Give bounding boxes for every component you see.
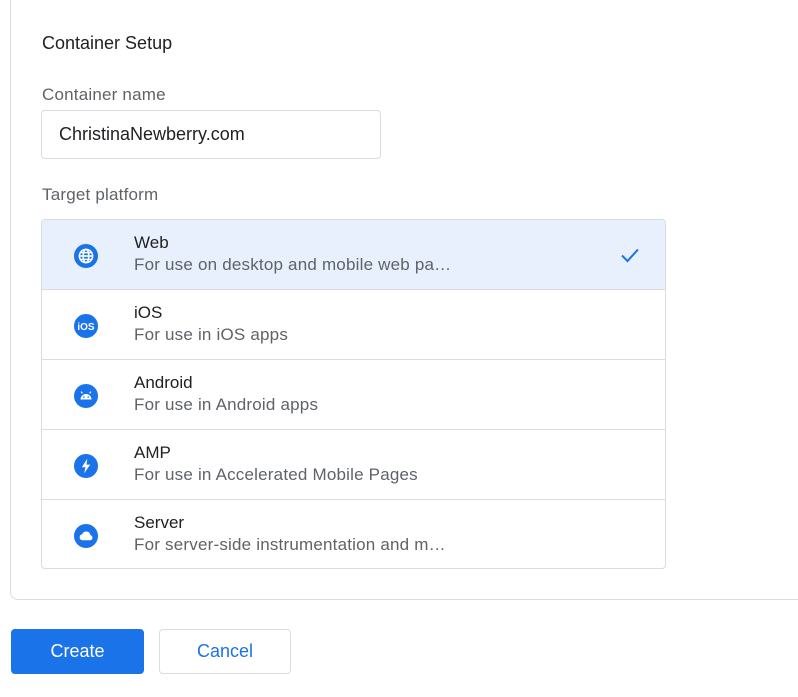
container-name-input[interactable] [41, 110, 381, 159]
section-title: Container Setup [42, 33, 173, 53]
platform-option-android[interactable]: Android For use in Android apps [42, 360, 665, 430]
platform-option-description: For use in Accelerated Mobile Pages [134, 465, 418, 484]
platform-option-title: Android [134, 373, 193, 392]
platform-option-title: AMP [134, 443, 171, 462]
globe-icon [74, 244, 98, 268]
target-platform-label: Target platform [42, 185, 159, 204]
ios-icon: iOS [74, 314, 98, 338]
container-name-label: Container name [42, 85, 166, 104]
platform-option-description: For server-side instrumentation and m… [134, 535, 446, 554]
platform-option-description: For use in iOS apps [134, 325, 289, 344]
platform-option-server[interactable]: Server For server-side instrumentation a… [42, 500, 665, 568]
amp-bolt-icon [74, 454, 98, 478]
create-button[interactable]: Create [11, 629, 144, 674]
platform-option-title: Server [134, 513, 185, 532]
svg-text:iOS: iOS [77, 322, 95, 333]
platform-list: Web For use on desktop and mobile web pa… [41, 219, 666, 569]
cloud-icon [74, 524, 98, 548]
cancel-button[interactable]: Cancel [159, 629, 291, 674]
platform-option-title: Web [134, 233, 169, 252]
checkmark-icon [619, 244, 641, 266]
platform-option-description: For use on desktop and mobile web pa… [134, 255, 452, 274]
platform-option-ios[interactable]: iOS iOS For use in iOS apps [42, 290, 665, 360]
platform-option-amp[interactable]: AMP For use in Accelerated Mobile Pages [42, 430, 665, 500]
platform-option-title: iOS [134, 303, 163, 322]
platform-option-description: For use in Android apps [134, 395, 319, 414]
platform-option-web[interactable]: Web For use on desktop and mobile web pa… [42, 220, 665, 290]
android-icon [74, 384, 98, 408]
